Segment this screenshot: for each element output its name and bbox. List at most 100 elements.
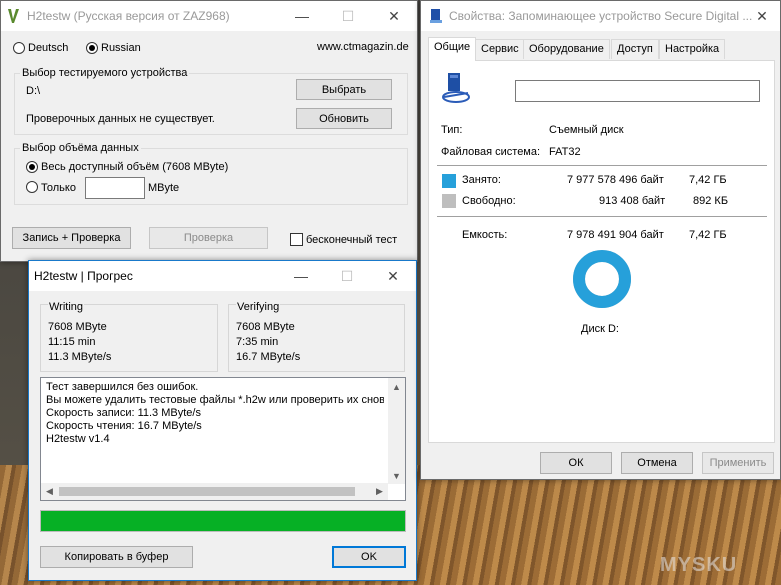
progress-ok-button[interactable]: OK [332, 546, 406, 568]
radio-all-space[interactable] [26, 161, 38, 173]
close-icon[interactable]: ✕ [371, 1, 417, 31]
h2testw-title: H2testw (Русская версия от ZAZ968) [27, 9, 230, 23]
type-value: Съемный диск [549, 124, 624, 136]
progress-bar-fill [41, 511, 405, 531]
filesystem-value: FAT32 [549, 146, 581, 158]
select-device-button[interactable]: Выбрать [296, 79, 392, 100]
log-line: H2testw v1.4 [46, 433, 110, 445]
log-line: Скорость записи: 11.3 MByte/s [46, 407, 201, 419]
writing-panel: Writing 7608 MByte 11:15 min 11.3 MByte/… [40, 301, 218, 372]
properties-titlebar[interactable]: Свойства: Запоминающее устройство Secure… [421, 1, 780, 31]
tab-access[interactable]: Доступ [611, 39, 659, 59]
progress-bar [40, 510, 406, 532]
properties-apply-button[interactable]: Применить [702, 452, 774, 474]
free-color-swatch [442, 194, 456, 208]
used-label: Занято: [462, 174, 501, 186]
capacity-bytes: 7 978 491 904 байт [567, 229, 664, 241]
h2testw-window: H2testw (Русская версия от ZAZ968) — ☐ ✕… [0, 0, 418, 262]
close-icon[interactable]: ✕ [370, 261, 416, 291]
label-endless-test: бесконечный тест [306, 234, 398, 246]
only-mbyte-input[interactable] [85, 177, 145, 199]
label-only: Только [41, 182, 76, 194]
scroll-right-icon[interactable]: ▶ [371, 483, 388, 500]
device-group-title: Выбор тестируемого устройства [20, 67, 190, 79]
log-line: Скорость чтения: 16.7 MByte/s [46, 420, 202, 432]
drive-small-icon [428, 8, 444, 24]
capacity-label: Емкость: [462, 229, 508, 241]
label-russian: Russian [101, 42, 141, 54]
divider [437, 165, 767, 166]
used-color-swatch [442, 174, 456, 188]
progress-title: H2testw | Прогрес [34, 269, 133, 283]
scroll-thumb[interactable] [59, 487, 355, 496]
general-tab-panel: Тип: Съемный диск Файловая система: FAT3… [428, 60, 775, 443]
usage-donut-chart [573, 250, 631, 308]
verify-button[interactable]: Проверка [149, 227, 268, 249]
minimize-icon[interactable]: — [279, 1, 325, 31]
refresh-button[interactable]: Обновить [296, 108, 392, 129]
log-line: Тест завершился без ошибок. [46, 381, 199, 393]
properties-window: Свойства: Запоминающее устройство Secure… [420, 0, 781, 480]
no-data-text: Проверочных данных не существует. [26, 113, 215, 125]
progress-titlebar[interactable]: H2testw | Прогрес — ☐ ✕ [29, 261, 416, 291]
write-verify-button[interactable]: Запись + Проверка [12, 227, 131, 249]
divider [437, 216, 767, 217]
minimize-icon[interactable]: — [278, 261, 324, 291]
properties-cancel-button[interactable]: Отмена [621, 452, 693, 474]
verifying-speed: 16.7 MByte/s [236, 351, 301, 363]
maximize-icon[interactable]: ☐ [325, 1, 371, 31]
log-vertical-scrollbar[interactable]: ▲ ▼ [388, 378, 405, 484]
h2testw-app-icon [7, 8, 21, 24]
volume-group: Выбор объёма данных [14, 142, 408, 205]
tab-service[interactable]: Сервис [475, 39, 525, 59]
label-all-space: Весь доступный объём (7608 MByte) [41, 161, 229, 173]
free-bytes: 913 408 байт [599, 195, 666, 207]
log-textarea[interactable]: Тест завершился без ошибок. Вы можете уд… [40, 377, 406, 501]
tab-hardware[interactable]: Оборудование [523, 39, 610, 59]
free-label: Свободно: [462, 195, 516, 207]
volume-group-title: Выбор объёма данных [20, 142, 141, 154]
copy-to-clipboard-button[interactable]: Копировать в буфер [40, 546, 193, 568]
properties-title: Свойства: Запоминающее устройство Secure… [449, 9, 753, 23]
tab-settings[interactable]: Настройка [659, 39, 726, 59]
scroll-left-icon[interactable]: ◀ [41, 483, 58, 500]
log-line: Вы можете удалить тестовые файлы *.h2w и… [46, 394, 384, 406]
type-label: Тип: [441, 124, 463, 136]
free-human: 892 КБ [693, 195, 729, 207]
tab-general[interactable]: Общие [428, 37, 477, 61]
verifying-panel: Verifying 7608 MByte 7:35 min 16.7 MByte… [228, 301, 405, 372]
writing-speed: 11.3 MByte/s [48, 351, 112, 363]
capacity-human: 7,42 ГБ [689, 229, 727, 241]
maximize-icon[interactable]: ☐ [324, 261, 370, 291]
writing-size: 7608 MByte [48, 321, 107, 333]
radio-only[interactable] [26, 181, 38, 193]
endless-test-checkbox[interactable] [290, 233, 303, 246]
radio-russian[interactable] [86, 42, 98, 54]
donut-used-ring [573, 250, 631, 308]
sd-card-icon [440, 71, 472, 105]
log-text: Тест завершился без ошибок. Вы можете уд… [46, 381, 384, 446]
label-deutsch: Deutsch [28, 42, 69, 54]
progress-window: H2testw | Прогрес — ☐ ✕ Writing 7608 MBy… [28, 260, 417, 581]
log-horizontal-scrollbar[interactable]: ◀ ▶ [41, 483, 388, 500]
watermark-text: MYSKU [660, 554, 738, 576]
label-mbyte: MByte [148, 182, 180, 194]
scroll-down-icon[interactable]: ▼ [388, 467, 405, 484]
scroll-up-icon[interactable]: ▲ [388, 378, 405, 395]
writing-time: 11:15 min [48, 336, 96, 348]
disk-label: Диск D: [581, 323, 619, 335]
verifying-label: Verifying [236, 301, 281, 313]
volume-name-input[interactable] [515, 80, 760, 102]
radio-deutsch[interactable] [13, 42, 25, 54]
used-bytes: 7 977 578 496 байт [567, 174, 664, 186]
ctmagazin-link[interactable]: www.ctmagazin.de [317, 41, 409, 53]
filesystem-label: Файловая система: [441, 146, 541, 158]
properties-ok-button[interactable]: ОК [540, 452, 612, 474]
close-icon[interactable]: ✕ [744, 1, 780, 31]
used-human: 7,42 ГБ [689, 174, 727, 186]
device-path: D:\ [26, 85, 41, 97]
verifying-size: 7608 MByte [236, 321, 295, 333]
verifying-time: 7:35 min [236, 336, 279, 348]
h2testw-titlebar[interactable]: H2testw (Русская версия от ZAZ968) — ☐ ✕ [1, 1, 417, 31]
writing-label: Writing [48, 301, 85, 313]
